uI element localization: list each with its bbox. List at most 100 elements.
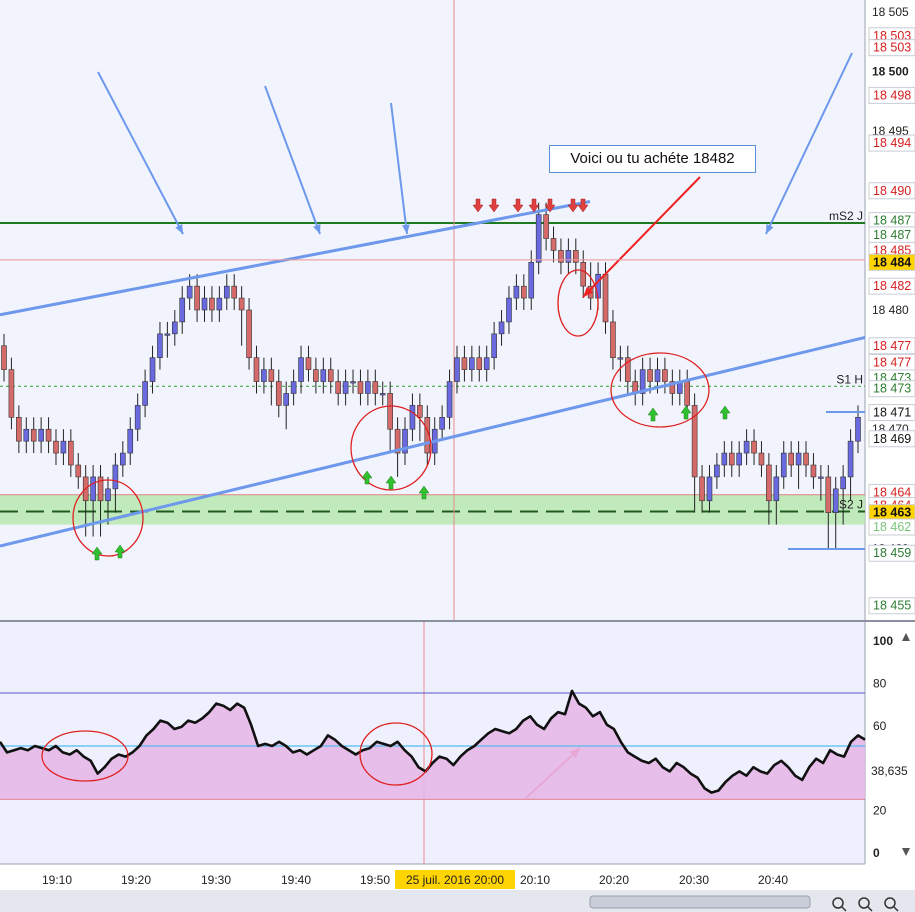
oscillator-panel-bg — [0, 622, 865, 864]
candle-body — [246, 309, 252, 358]
candle-body — [201, 297, 208, 311]
candle-body — [179, 297, 186, 323]
candle-body — [186, 285, 193, 299]
scrollbar-thumb[interactable] — [589, 895, 811, 909]
candle-body — [855, 417, 861, 442]
candle-body — [610, 321, 616, 358]
price-panel-bg — [0, 0, 865, 620]
candle-body — [127, 428, 134, 454]
candle-body — [647, 369, 653, 382]
candle-body — [535, 214, 542, 263]
price-box-label: 18 487 — [873, 214, 911, 228]
price-tick-label: 18 505 — [872, 5, 909, 19]
support-zone — [0, 494, 865, 525]
price-tick-label: 18 480 — [872, 303, 909, 317]
candle-body — [120, 452, 126, 466]
candle-body — [788, 452, 794, 466]
candle-body — [565, 250, 572, 263]
osc-current-value: 38,635 — [871, 764, 908, 778]
candle-body — [758, 452, 765, 466]
osc-tick-label: 0 — [873, 846, 880, 860]
candle-body — [483, 357, 490, 370]
candle-body — [45, 428, 52, 442]
price-box-label: 18 462 — [873, 520, 911, 534]
candle-body — [231, 285, 238, 299]
candle-body — [335, 381, 341, 394]
candle-body — [506, 297, 512, 323]
price-box-label: 18 494 — [873, 136, 911, 150]
candle-body — [847, 440, 854, 478]
cursor-time-label: 25 juil. 2016 20:00 — [406, 873, 504, 887]
price-box-label: 18 469 — [873, 432, 911, 446]
candle-body — [75, 464, 82, 478]
time-label: 20:10 — [520, 873, 550, 887]
level-label-1: S1 H — [836, 372, 863, 386]
candle-body — [417, 405, 423, 418]
candle-body — [313, 369, 319, 382]
time-label: 20:20 — [599, 873, 629, 887]
candle-body — [825, 476, 832, 513]
candle-body — [350, 381, 356, 384]
candle-body — [498, 321, 505, 335]
time-label: 19:50 — [360, 873, 390, 887]
candle-body — [90, 476, 96, 502]
price-box-label: 18 471 — [873, 406, 911, 420]
price-box-label: 18 503 — [873, 41, 911, 55]
candle-body — [105, 488, 111, 502]
price-box-label: 18 473 — [873, 382, 911, 396]
time-label: 20:40 — [758, 873, 788, 887]
candle-body — [721, 452, 728, 466]
candle-body — [654, 369, 661, 382]
candle-body — [476, 357, 483, 370]
candle-body — [736, 452, 742, 466]
candle-body — [209, 297, 215, 311]
osc-tick-label: 60 — [873, 719, 887, 733]
candle-body — [780, 452, 787, 478]
candle-body — [714, 464, 720, 478]
candle-body — [840, 476, 846, 490]
candle-body — [320, 369, 327, 382]
candle-body — [149, 357, 156, 382]
candle-body — [157, 333, 163, 358]
candle-body — [580, 262, 587, 287]
candle-body — [513, 285, 520, 299]
candle-body — [803, 452, 809, 466]
candle-body — [617, 357, 624, 360]
candle-body — [8, 369, 15, 418]
chart-canvas[interactable]: mS2 JS1 HS2 J18 50518 50018 49518 48018 … — [0, 0, 915, 912]
candle-body — [751, 440, 757, 454]
trading-chart-window: mS2 J S1 H S2 J 18 505 18 500 18 495 18 480 18 … — [0, 0, 915, 912]
candle-body — [728, 452, 735, 466]
candle-body — [365, 381, 371, 394]
price-box-label: 18 482 — [873, 279, 911, 293]
candle-body — [446, 381, 453, 418]
candle-body — [298, 357, 304, 382]
candle-body — [261, 369, 267, 382]
candle-body — [253, 357, 260, 382]
candle-body — [1, 345, 7, 370]
candle-body — [68, 440, 74, 466]
time-label: 19:30 — [201, 873, 231, 887]
candle-body — [164, 333, 171, 336]
candle-body — [491, 333, 497, 358]
candle-body — [372, 381, 379, 394]
candle-body — [528, 262, 535, 299]
candle-body — [290, 381, 297, 394]
candle-body — [327, 369, 334, 382]
candle-body — [38, 428, 44, 442]
candle-body — [818, 476, 824, 479]
candle-body — [662, 369, 668, 382]
candle-body — [142, 381, 148, 406]
price-box-label: 18 463 — [873, 506, 911, 520]
candle-body — [810, 464, 817, 478]
candle-body — [283, 393, 289, 406]
osc-tick-label: 100 — [873, 634, 893, 648]
candle-body — [409, 405, 416, 430]
candle-body — [684, 381, 691, 406]
price-box-label: 18 498 — [873, 88, 911, 102]
price-box-label: 18 459 — [873, 546, 911, 560]
candle-body — [439, 417, 445, 430]
candle-body — [223, 285, 230, 299]
price-box-label: 18 484 — [873, 255, 911, 269]
price-box-label: 18 490 — [873, 184, 911, 198]
